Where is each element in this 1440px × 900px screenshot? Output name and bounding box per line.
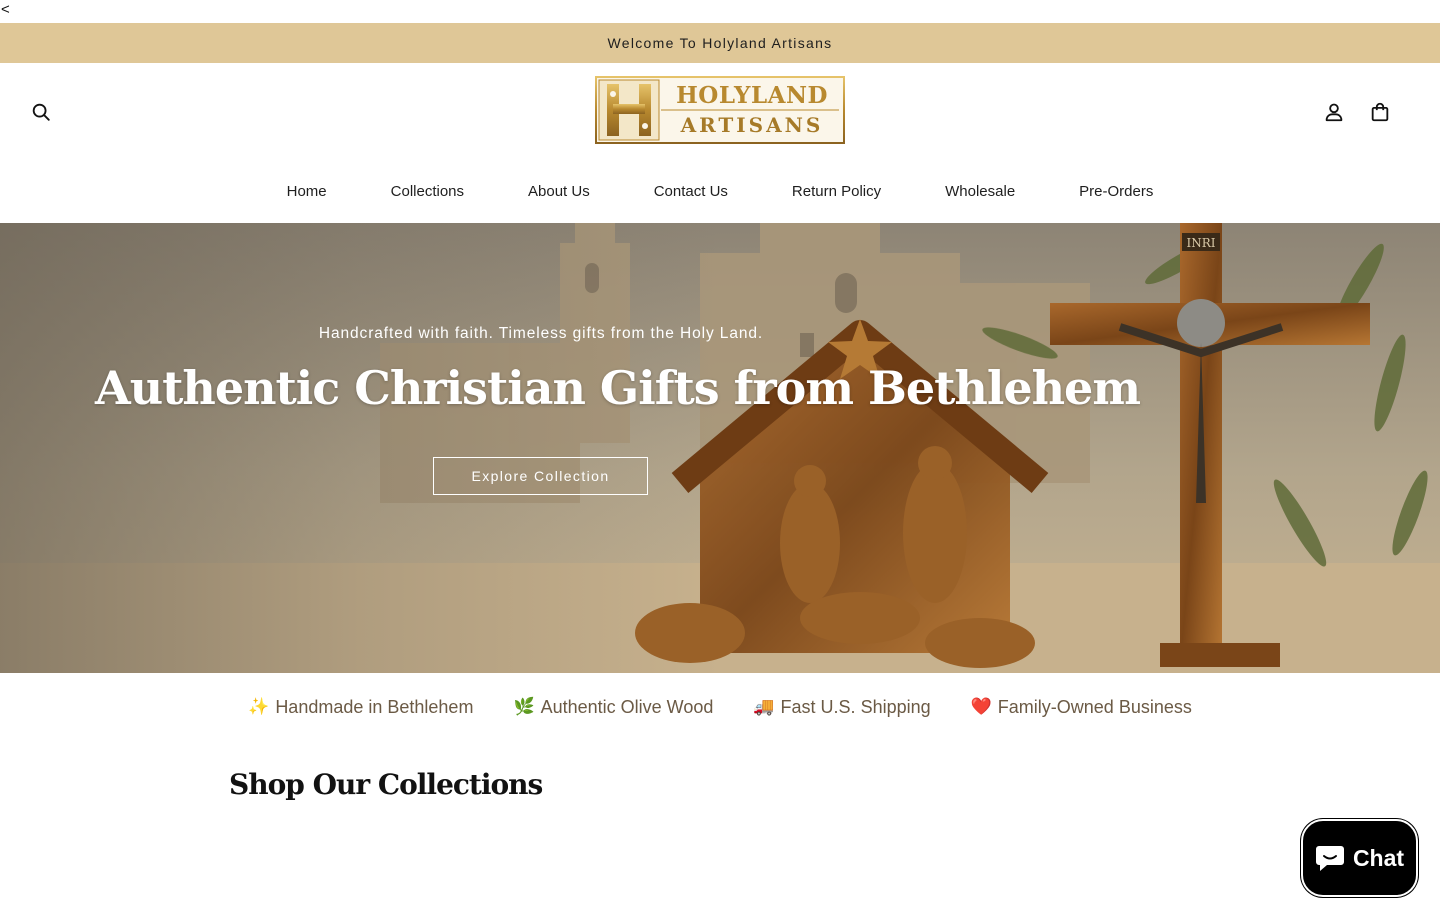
main-navigation: Home Collections About Us Contact Us Ret… <box>0 171 1440 213</box>
logo-line1: HOLYLAND <box>676 82 828 109</box>
feature-family-owned: ❤️ Family-Owned Business <box>971 697 1192 718</box>
feature-strip: ✨ Handmade in Bethlehem 🌿 Authentic Oliv… <box>0 688 1440 726</box>
delivery-truck-icon: 🚚 <box>753 697 775 716</box>
account-icon <box>1325 103 1343 122</box>
nav-return-policy[interactable]: Return Policy <box>760 171 913 213</box>
hero-title: Authentic Christian Gifts from Bethlehem <box>95 361 1141 415</box>
chat-label: Chat <box>1352 844 1405 871</box>
section-title: Shop Our Collections <box>229 768 543 801</box>
announcement-text: Welcome To Holyland Artisans <box>607 35 833 51</box>
stray-character: < <box>1 1 10 18</box>
feature-label: Handmade in Bethlehem <box>275 696 474 717</box>
nav-contact-us[interactable]: Contact Us <box>622 171 760 213</box>
search-button[interactable] <box>21 92 61 132</box>
chat-button[interactable]: Chat <box>1301 819 1418 897</box>
herb-leaf-icon: 🌿 <box>513 697 535 716</box>
logo[interactable]: HOLYLAND ARTISANS <box>595 76 845 144</box>
feature-handmade: ✨ Handmade in Bethlehem <box>248 697 473 718</box>
announcement-bar: Welcome To Holyland Artisans <box>0 23 1440 63</box>
nav-home[interactable]: Home <box>255 171 359 213</box>
sparkles-icon: ✨ <box>248 697 270 716</box>
hero-banner: INRI Handcrafted with faith. Timeless gi… <box>0 223 1440 673</box>
nav-wholesale[interactable]: Wholesale <box>913 171 1047 213</box>
feature-label: Family-Owned Business <box>997 696 1192 717</box>
explore-collection-button[interactable]: Explore Collection <box>433 457 648 495</box>
hero-subtitle: Handcrafted with faith. Timeless gifts f… <box>318 325 764 342</box>
nav-collections[interactable]: Collections <box>359 171 496 213</box>
feature-shipping: 🚚 Fast U.S. Shipping <box>753 697 930 718</box>
site-header: HOLYLAND ARTISANS Home Collections About… <box>0 63 1440 223</box>
search-icon <box>32 103 50 121</box>
feature-label: Authentic Olive Wood <box>540 696 714 717</box>
cross-plaque-text: INRI <box>1186 236 1215 250</box>
feature-label: Fast U.S. Shipping <box>780 696 931 717</box>
feature-olive-wood: 🌿 Authentic Olive Wood <box>513 697 713 718</box>
nav-pre-orders[interactable]: Pre-Orders <box>1047 171 1185 213</box>
bag-icon <box>1371 102 1389 122</box>
heart-icon: ❤️ <box>970 697 992 716</box>
chat-bubble-icon <box>1315 846 1344 871</box>
hero-image: INRI <box>0 223 1440 673</box>
logo-line2: ARTISANS <box>680 113 824 137</box>
cart-button[interactable] <box>1360 92 1400 132</box>
account-button[interactable] <box>1314 92 1354 132</box>
nav-about-us[interactable]: About Us <box>496 171 622 213</box>
